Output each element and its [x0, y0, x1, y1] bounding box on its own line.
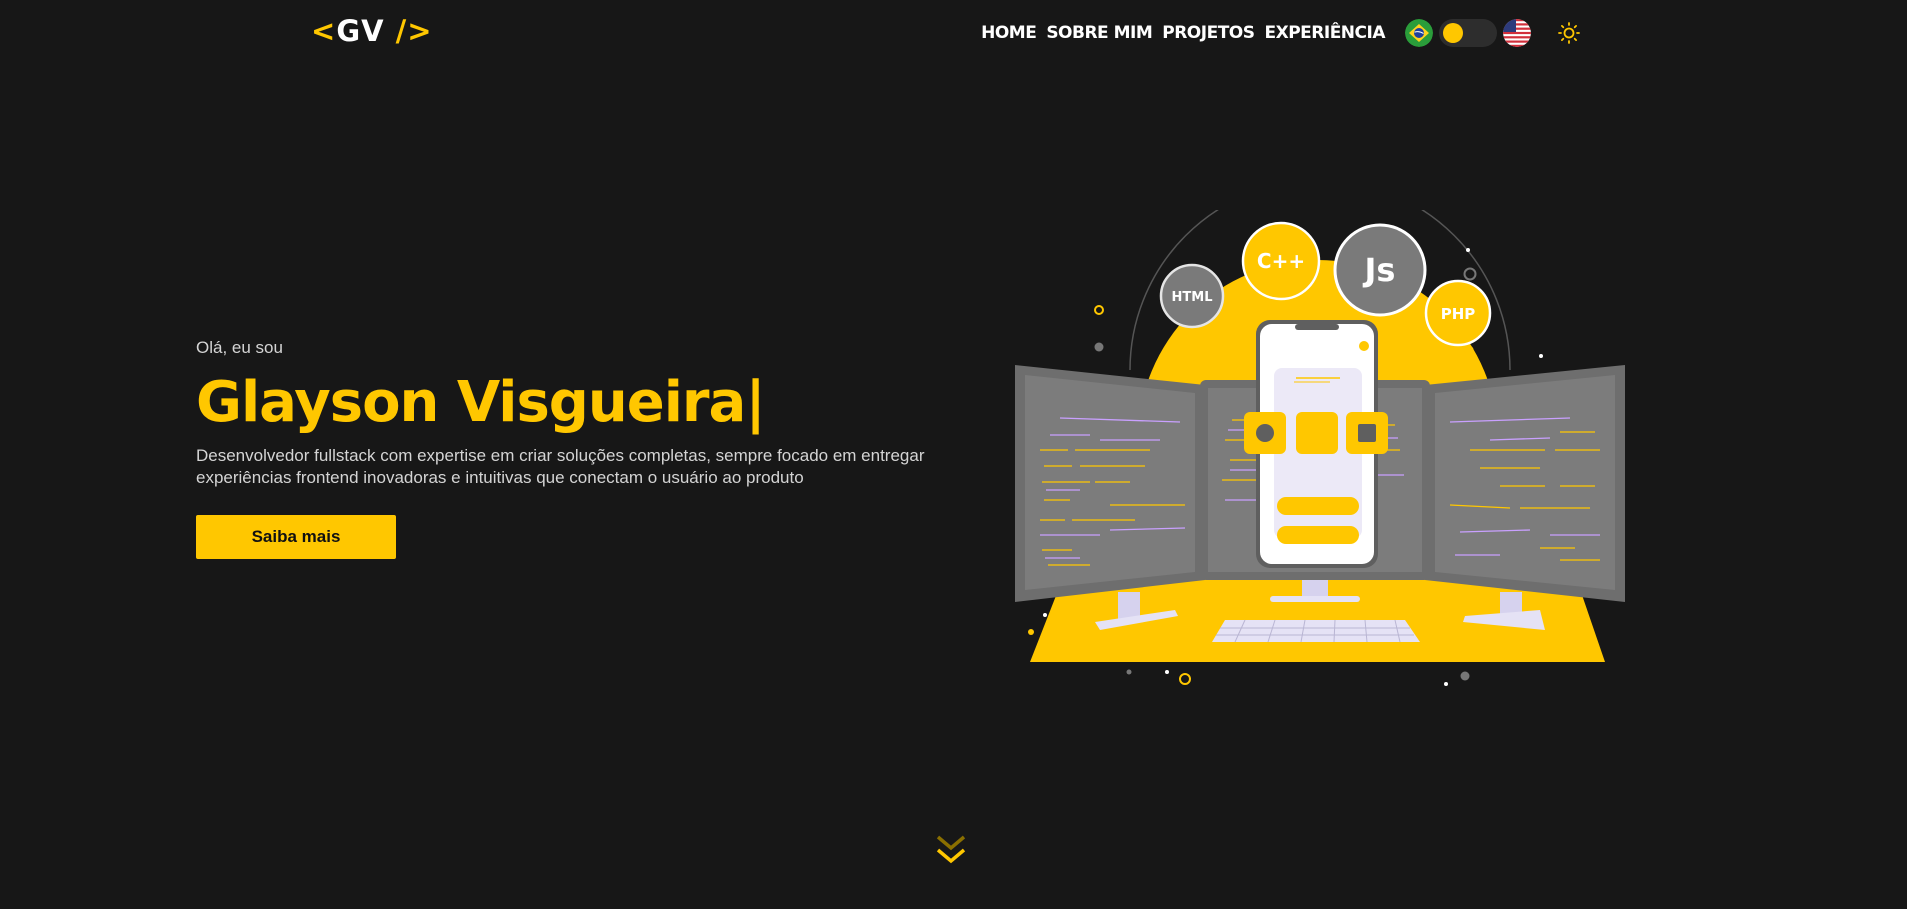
cpp-badge-label: C++ [1257, 249, 1305, 273]
html-badge: HTML [1159, 263, 1225, 329]
php-badge-label: PHP [1441, 305, 1476, 323]
developer-illustration: HTML C++ Js PHP [1000, 179, 1640, 710]
double-chevron-down-icon[interactable] [935, 830, 967, 870]
main-nav: HOME SOBRE MIM PROJETOS EXPERIÊNCIA [981, 19, 1581, 47]
cpp-badge: C++ [1241, 221, 1321, 301]
hero-name: Glayson Visgueira| [196, 370, 766, 435]
logo-close-bracket: /> [395, 14, 433, 48]
logo-open-bracket: < [311, 14, 337, 48]
brazil-flag-icon[interactable] [1405, 19, 1433, 47]
logo-initials: GV [336, 14, 385, 48]
html-badge-label: HTML [1172, 290, 1213, 305]
nav-sobre-mim[interactable]: SOBRE MIM [1046, 23, 1152, 43]
usa-flag-icon[interactable] [1503, 19, 1531, 47]
js-badge-label: Js [1363, 251, 1396, 289]
nav-projetos[interactable]: PROJETOS [1162, 23, 1255, 43]
toggle-knob [1443, 23, 1463, 43]
hero-section: Olá, eu sou Glayson Visgueira| Desenvolv… [196, 338, 956, 559]
php-badge: PHP [1424, 279, 1492, 347]
nav-experiencia[interactable]: EXPERIÊNCIA [1264, 23, 1385, 43]
hero-greeting: Olá, eu sou [196, 338, 283, 357]
site-logo[interactable]: <GV /> [311, 14, 433, 48]
sun-icon[interactable] [1557, 21, 1581, 45]
language-toggle[interactable] [1439, 19, 1497, 47]
hero-description: Desenvolvedor fullstack com expertise em… [196, 446, 925, 487]
language-switcher [1405, 19, 1531, 47]
nav-home[interactable]: HOME [981, 23, 1037, 43]
js-badge: Js [1333, 223, 1427, 317]
saiba-mais-button[interactable]: Saiba mais [196, 515, 396, 559]
